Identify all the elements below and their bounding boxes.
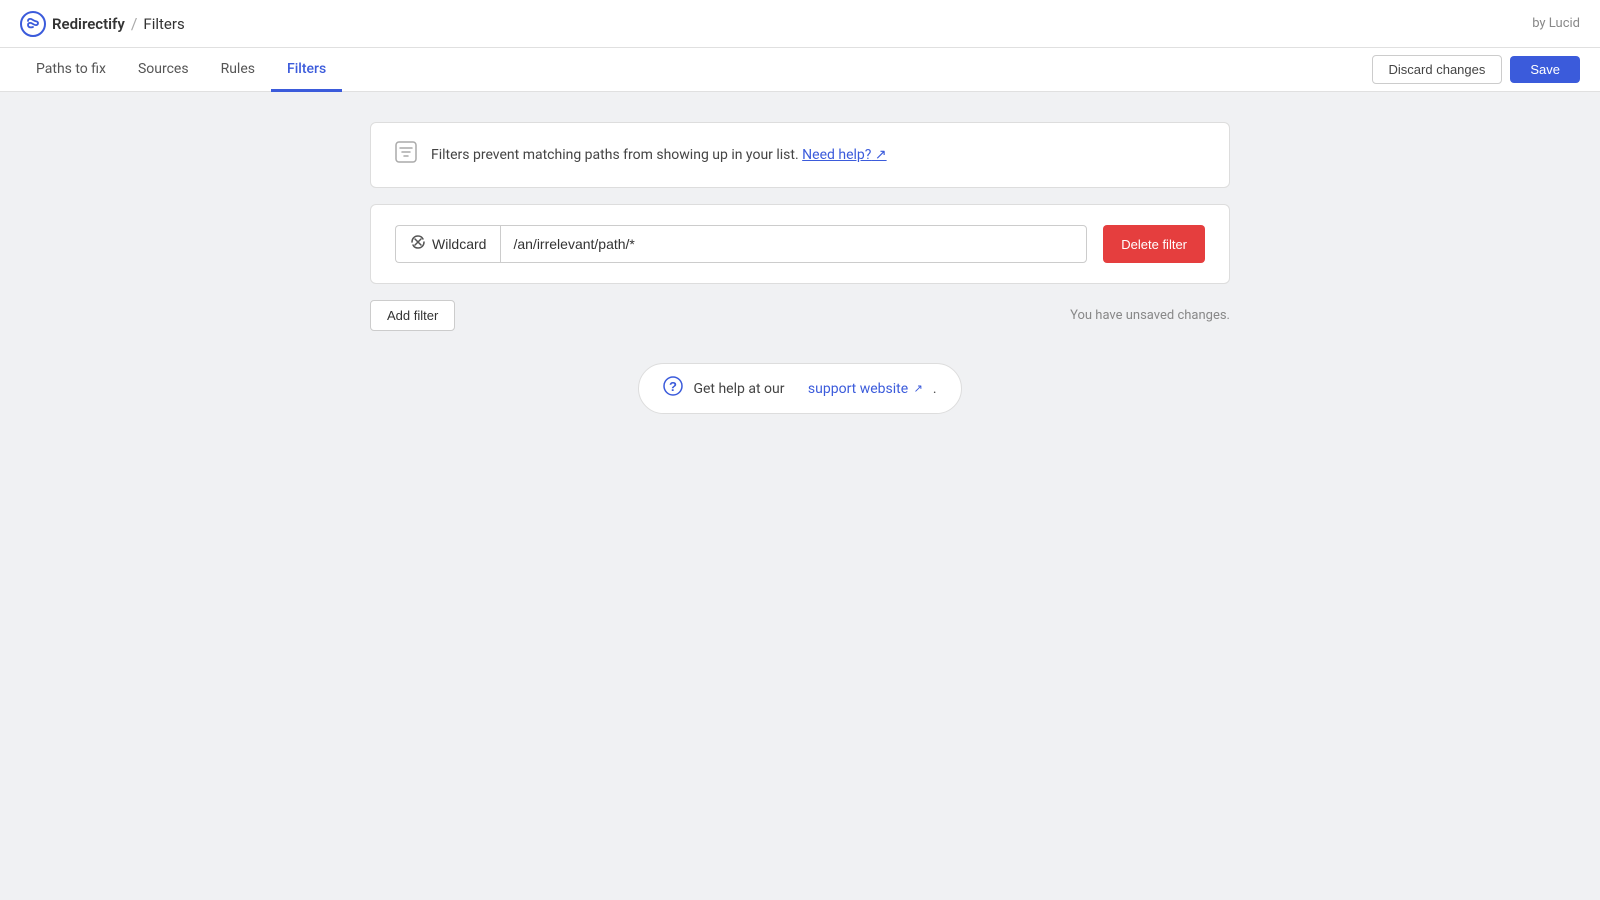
help-text: Get help at our (693, 381, 784, 397)
delete-filter-button[interactable]: Delete filter (1103, 225, 1205, 263)
help-suffix: . (933, 381, 937, 397)
support-link[interactable]: support website ↗ (808, 381, 923, 397)
app-name: Redirectify (52, 15, 125, 33)
breadcrumb-separator: / (131, 14, 138, 33)
logo-icon (20, 11, 46, 37)
tab-sources[interactable]: Sources (122, 49, 205, 92)
nav-tabs-left: Paths to fix Sources Rules Filters (20, 48, 342, 91)
filter-value-input[interactable] (500, 225, 1087, 263)
help-circle-icon: ? (663, 376, 683, 401)
need-help-link[interactable]: Need help? ↗ (802, 147, 886, 163)
filter-card: Wildcard Delete filter (370, 204, 1230, 284)
breadcrumb-page: Filters (143, 15, 184, 33)
filter-type-button[interactable]: Wildcard (395, 225, 500, 263)
help-card: ? Get help at our support website ↗ . (638, 363, 961, 414)
wildcard-icon (410, 234, 426, 254)
filter-info-icon (395, 141, 417, 169)
filter-row: Wildcard Delete filter (395, 225, 1205, 263)
tab-filters[interactable]: Filters (271, 49, 342, 92)
info-card-text: Filters prevent matching paths from show… (431, 147, 887, 163)
content-wrapper: Filters prevent matching paths from show… (370, 122, 1230, 414)
info-card: Filters prevent matching paths from show… (370, 122, 1230, 188)
add-filter-button[interactable]: Add filter (370, 300, 455, 331)
main-content: Filters prevent matching paths from show… (0, 92, 1600, 444)
discard-changes-button[interactable]: Discard changes (1372, 55, 1503, 84)
tab-paths-to-fix[interactable]: Paths to fix (20, 49, 122, 92)
nav-tabs: Paths to fix Sources Rules Filters Disca… (0, 48, 1600, 92)
topbar: Redirectify / Filters by Lucid (0, 0, 1600, 48)
filter-type-label: Wildcard (432, 236, 486, 252)
nav-tabs-right: Discard changes Save (1372, 48, 1580, 91)
tab-rules[interactable]: Rules (205, 49, 271, 92)
svg-text:?: ? (669, 379, 677, 394)
save-button[interactable]: Save (1510, 56, 1580, 83)
actions-row: Add filter You have unsaved changes. (370, 300, 1230, 331)
topbar-left: Redirectify / Filters (20, 11, 185, 37)
external-link-icon: ↗ (914, 382, 923, 395)
app-logo[interactable]: Redirectify (20, 11, 125, 37)
by-lucid-label: by Lucid (1532, 16, 1580, 31)
topbar-right: by Lucid (1532, 16, 1580, 31)
unsaved-message: You have unsaved changes. (1070, 308, 1230, 323)
